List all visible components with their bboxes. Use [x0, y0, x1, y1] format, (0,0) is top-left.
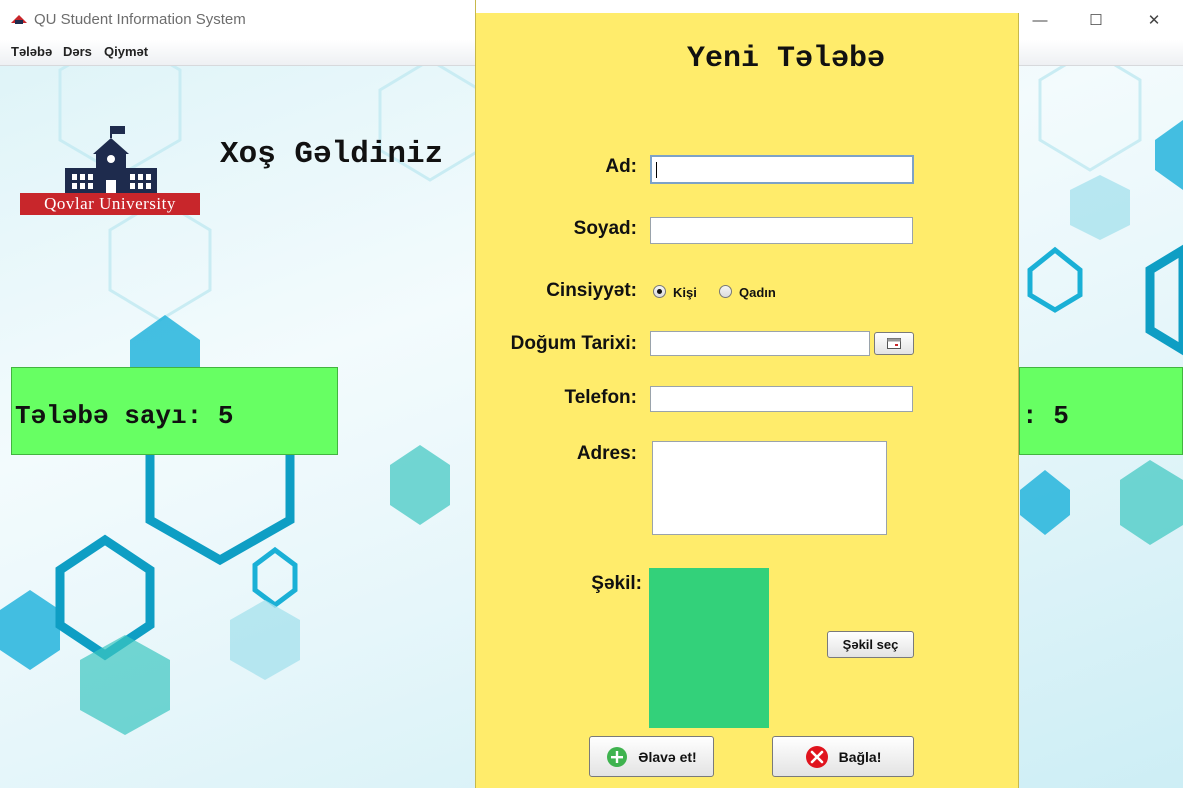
add-icon — [607, 746, 628, 767]
student-count-text-right: : 5 — [1022, 401, 1069, 431]
student-count-panel: Tələbə sayı: 5 — [11, 367, 338, 455]
text-caret — [656, 162, 657, 178]
calendar-button[interactable] — [874, 332, 914, 355]
new-student-dialog: Yeni Tələbə Ad: Soyad: Cinsiyyət: Kişi Q… — [475, 0, 1020, 788]
surname-field[interactable] — [650, 217, 913, 244]
maximize-icon[interactable]: ☐ — [1067, 0, 1125, 40]
calendar-icon — [887, 338, 901, 349]
choose-photo-button[interactable]: Şəkil seç — [827, 631, 914, 658]
label-surname: Soyad: — [573, 218, 637, 239]
dialog-top-strip — [476, 0, 1020, 13]
label-address: Adres: — [576, 443, 637, 464]
phone-field[interactable] — [650, 386, 913, 412]
photo-preview — [649, 568, 769, 728]
window-title: QU Student Information System — [34, 11, 246, 28]
name-field[interactable] — [650, 155, 914, 184]
gender-female-radio[interactable] — [719, 285, 732, 298]
menu-lesson[interactable]: Dərs — [63, 44, 92, 59]
birth-date-field[interactable] — [650, 331, 870, 356]
menu-student[interactable]: Tələbə — [11, 44, 52, 59]
add-button-label: Əlavə et! — [638, 748, 697, 765]
gender-female-label[interactable]: Qadın — [739, 285, 776, 300]
close-icon[interactable]: ✕ — [1125, 0, 1183, 40]
dialog-title: Yeni Tələbə — [686, 42, 886, 76]
university-banner: Qovlar University — [20, 193, 200, 215]
label-phone: Telefon: — [564, 387, 637, 408]
label-name: Ad: — [605, 156, 637, 177]
add-button[interactable]: Əlavə et! — [589, 736, 714, 777]
close-dialog-label: Bağla! — [838, 748, 882, 765]
welcome-heading: Xoş Gəldiniz — [220, 137, 444, 172]
cancel-icon — [805, 745, 828, 768]
student-count-panel-right: : 5 — [1019, 367, 1183, 455]
gender-male-radio[interactable] — [653, 285, 666, 298]
label-photo: Şəkil: — [591, 573, 642, 594]
address-textarea[interactable] — [652, 441, 887, 535]
gender-male-label[interactable]: Kişi — [673, 285, 697, 300]
menu-grade[interactable]: Qiymət — [104, 44, 148, 59]
label-birth-date: Doğum Tarixi: — [510, 333, 637, 354]
student-count-text: Tələbə sayı: 5 — [15, 401, 234, 431]
app-logo-icon — [11, 15, 27, 24]
label-gender: Cinsiyyət: — [546, 280, 637, 301]
close-dialog-button[interactable]: Bağla! — [772, 736, 914, 777]
